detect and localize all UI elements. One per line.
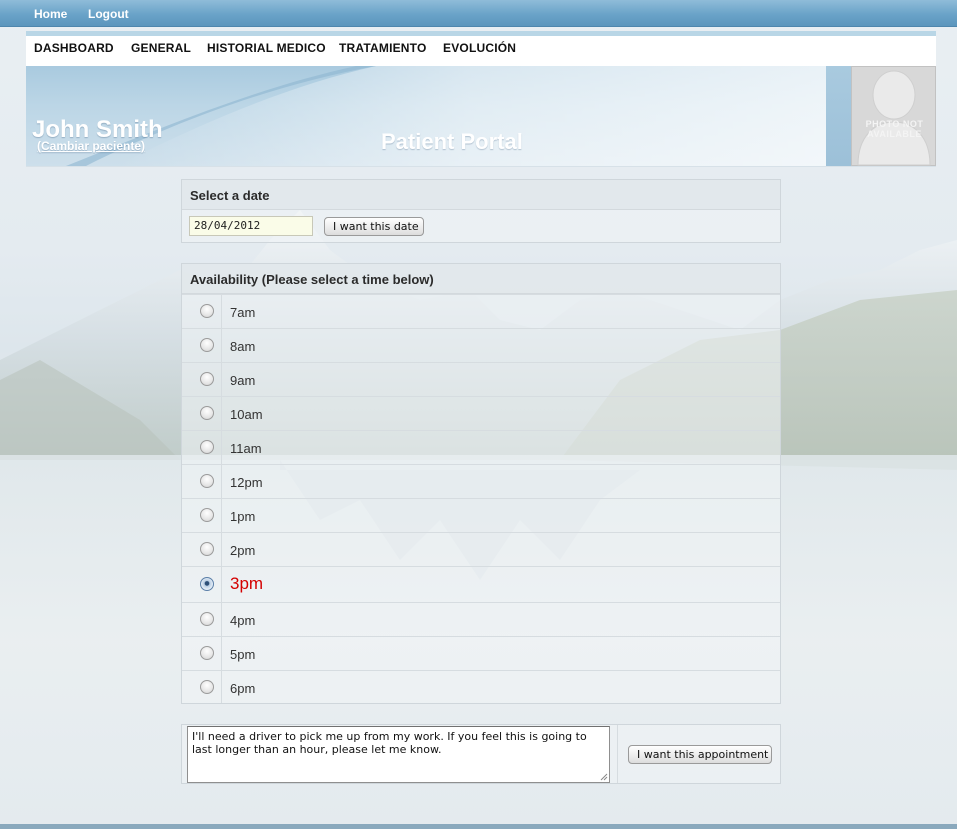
time-slot-row[interactable]: 10am xyxy=(182,396,780,430)
time-slot-label: 1pm xyxy=(230,509,256,524)
patient-photo-placeholder: PHOTO NOT AVAILABLE xyxy=(851,66,936,166)
time-slot-radio[interactable] xyxy=(200,680,214,694)
book-appointment-button[interactable]: I want this appointment xyxy=(628,745,772,764)
note-divider xyxy=(617,725,618,783)
time-slot-label: 10am xyxy=(230,407,263,422)
time-slot-label: 2pm xyxy=(230,543,256,558)
time-slot-radio[interactable] xyxy=(200,304,214,318)
time-slot-radio[interactable] xyxy=(200,474,214,488)
logout-link[interactable]: Logout xyxy=(88,7,129,21)
time-slot-label: 4pm xyxy=(230,613,256,628)
main-nav: DASHBOARD GENERAL HISTORIAL MEDICO TRATA… xyxy=(26,36,936,66)
time-slot-radio[interactable] xyxy=(200,338,214,352)
time-slot-label: 12pm xyxy=(230,475,263,490)
bottom-edge xyxy=(0,824,957,829)
photo-not-available-text: PHOTO NOT AVAILABLE xyxy=(865,119,924,139)
page-title: Patient Portal xyxy=(381,129,523,154)
time-slot-label: 8am xyxy=(230,339,256,354)
time-slot-label: 9am xyxy=(230,373,256,388)
time-slot-radio[interactable] xyxy=(200,440,214,454)
time-slot-row[interactable]: 8am xyxy=(182,328,780,362)
time-slot-radio[interactable] xyxy=(200,406,214,420)
time-slot-radio[interactable] xyxy=(200,508,214,522)
time-slot-radio[interactable] xyxy=(200,612,214,626)
time-slot-row[interactable]: 5pm xyxy=(182,636,780,670)
time-slot-label: 7am xyxy=(230,305,256,320)
availability-heading: Availability (Please select a time below… xyxy=(182,264,780,294)
appointment-note-panel: I'll need a driver to pick me up from my… xyxy=(181,724,781,784)
nav-item-evolucion[interactable]: EVOLUCIÓN xyxy=(443,41,516,55)
time-slot-radio[interactable] xyxy=(200,542,214,556)
time-slot-row[interactable]: 4pm xyxy=(182,602,780,636)
header-divider xyxy=(26,166,936,167)
change-patient-link[interactable]: (Cambiar paciente) xyxy=(37,139,145,153)
home-link[interactable]: Home xyxy=(34,7,67,21)
time-slot-row[interactable]: 12pm xyxy=(182,464,780,498)
nav-item-historial-medico[interactable]: HISTORIAL MEDICO xyxy=(207,41,326,55)
time-slot-label: 6pm xyxy=(230,681,256,696)
nav-item-general[interactable]: GENERAL xyxy=(131,41,191,55)
select-date-button[interactable]: I want this date xyxy=(324,217,424,236)
appointment-note-textarea[interactable]: I'll need a driver to pick me up from my… xyxy=(187,726,610,783)
resize-grip-icon[interactable] xyxy=(600,773,608,781)
time-slot-label: 11am xyxy=(230,441,262,456)
time-slot-row[interactable]: 11am xyxy=(182,430,780,464)
time-slot-row[interactable]: 1pm xyxy=(182,498,780,532)
time-slot-row[interactable]: 2pm xyxy=(182,532,780,566)
time-slot-radio[interactable] xyxy=(200,372,214,386)
time-slot-row[interactable]: 7am xyxy=(182,294,780,328)
nav-item-tratamiento[interactable]: TRATAMIENTO xyxy=(339,41,427,55)
avatar-icon xyxy=(857,70,931,166)
time-slot-row[interactable]: 6pm xyxy=(182,670,780,703)
nav-item-dashboard[interactable]: DASHBOARD xyxy=(34,41,114,55)
time-slot-row[interactable]: 9am xyxy=(182,362,780,396)
select-date-panel: Select a date 28/04/2012 I want this dat… xyxy=(181,179,781,243)
availability-panel: Availability (Please select a time below… xyxy=(181,263,781,704)
time-slot-row-selected[interactable]: 3pm xyxy=(182,566,780,602)
time-slot-radio-selected[interactable] xyxy=(200,577,214,591)
time-slot-label: 5pm xyxy=(230,647,256,662)
top-bar: Home Logout xyxy=(0,0,957,27)
date-input[interactable]: 28/04/2012 xyxy=(189,216,313,236)
select-date-heading: Select a date xyxy=(182,180,780,210)
time-slot-label-selected: 3pm xyxy=(230,574,264,593)
time-slot-radio[interactable] xyxy=(200,646,214,660)
